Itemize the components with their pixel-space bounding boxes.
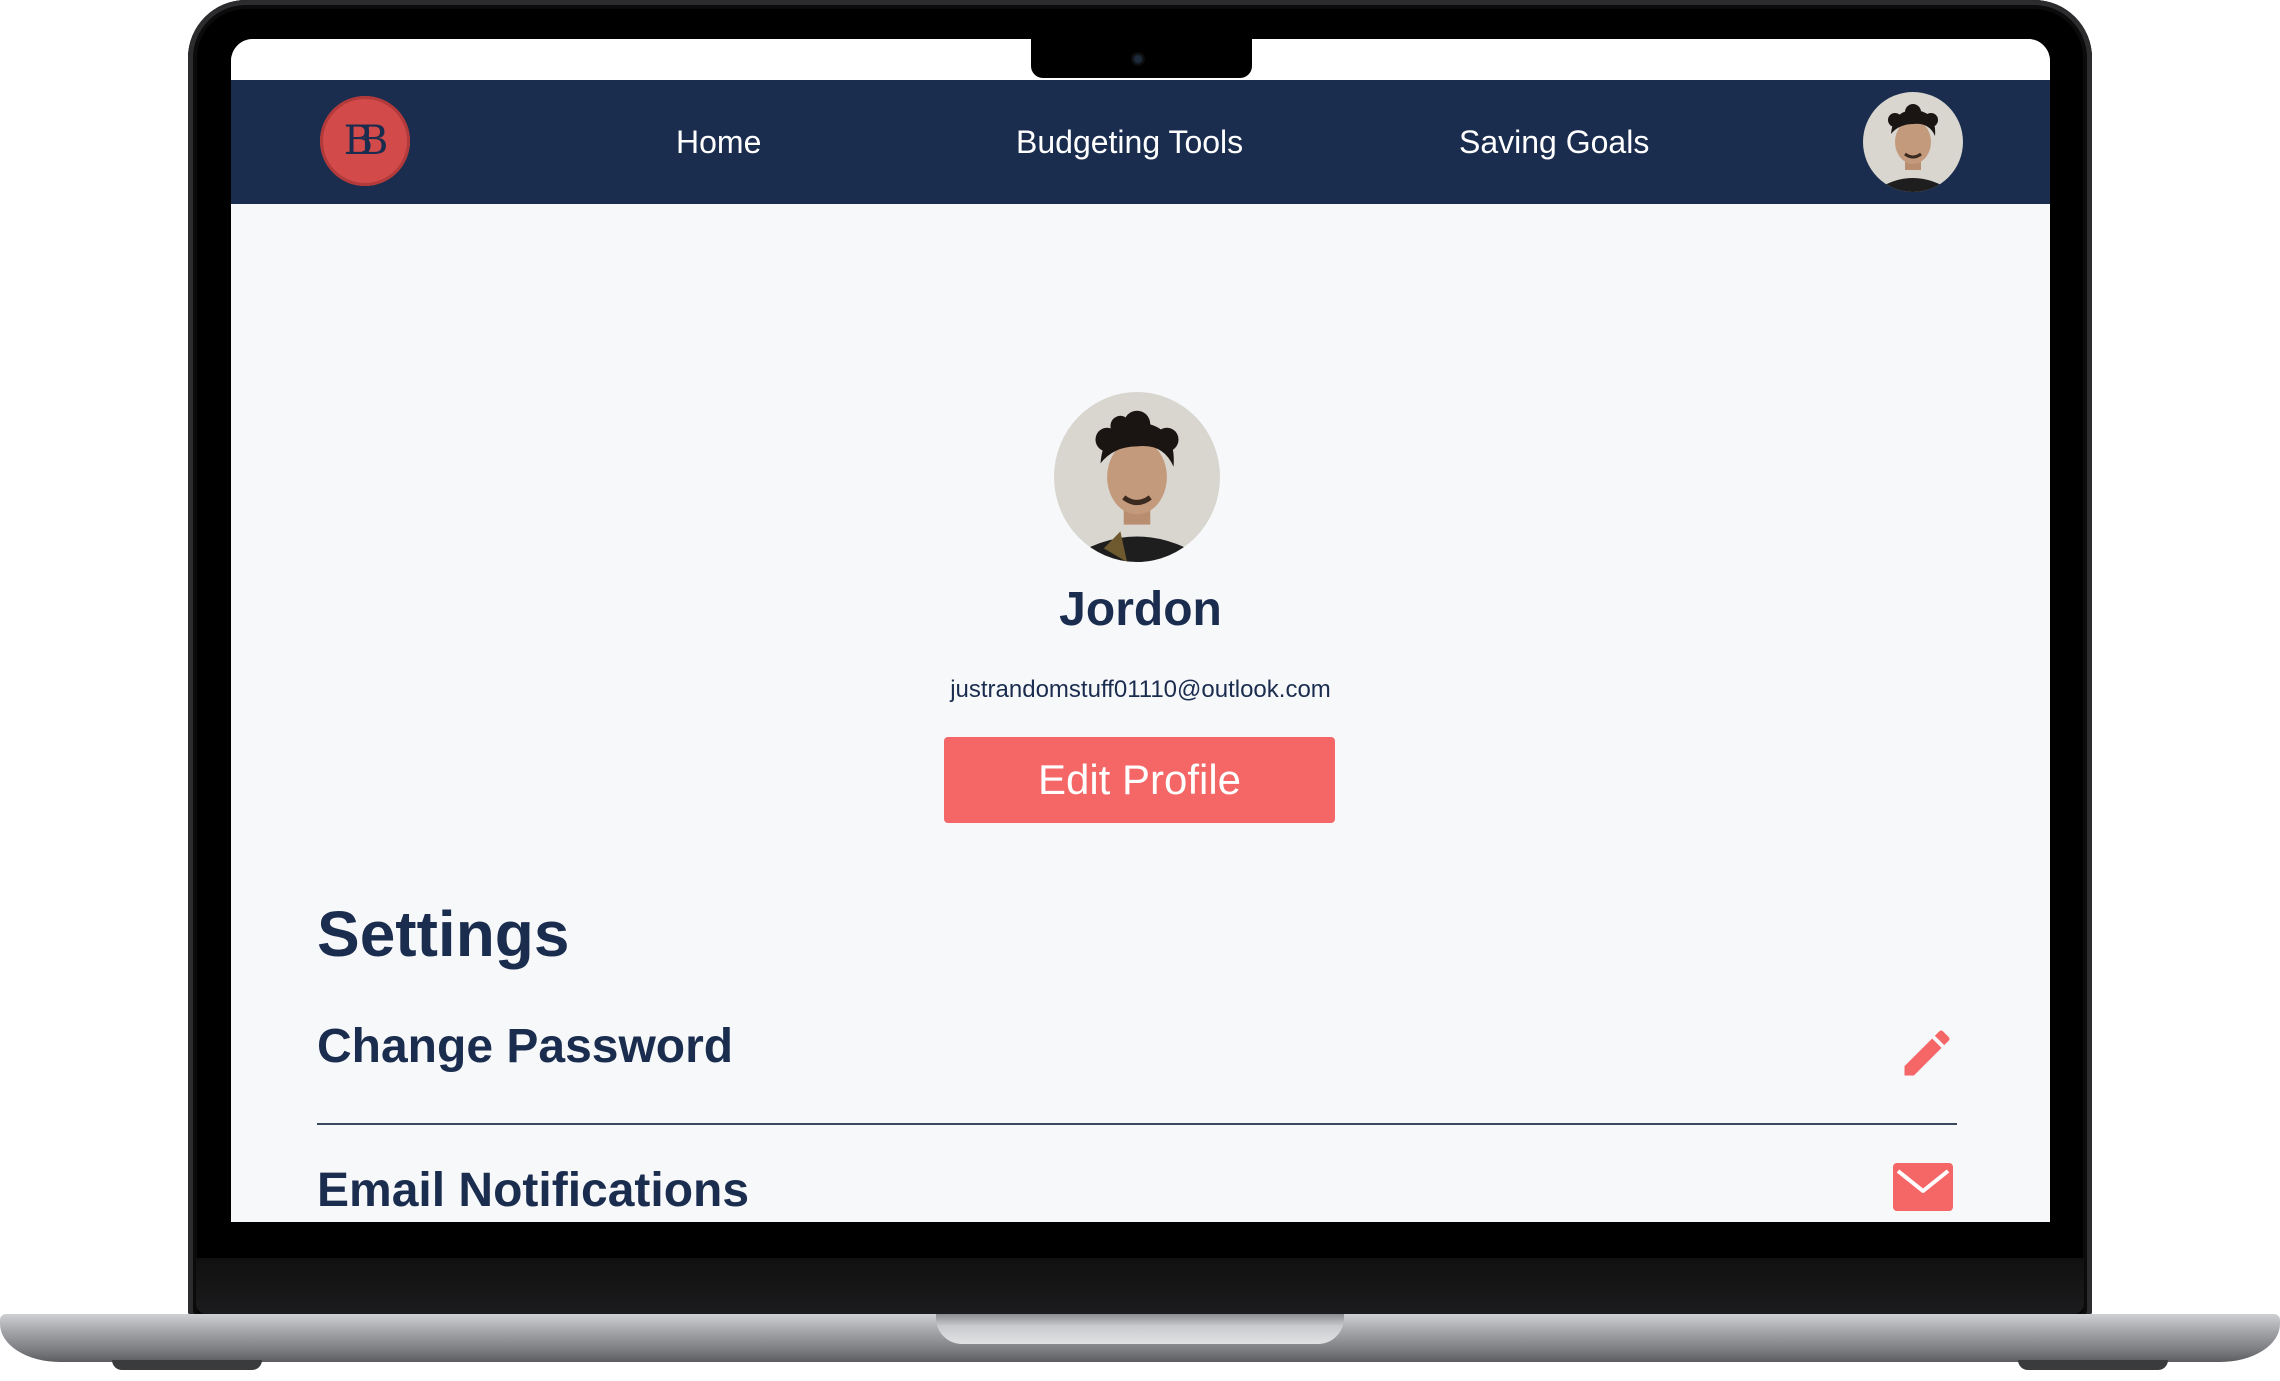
- envelope-icon[interactable]: [1893, 1163, 1953, 1211]
- brand-logo-text: BB: [343, 118, 389, 164]
- brand-logo[interactable]: BB: [320, 96, 410, 186]
- profile-name: Jordon: [1059, 583, 1222, 636]
- nav-link-home[interactable]: Home: [676, 80, 761, 204]
- laptop-foot-left: [112, 1360, 262, 1370]
- laptop-opening-notch: [936, 1314, 1344, 1344]
- laptop-foot-right: [2018, 1360, 2168, 1370]
- profile-avatar: [1054, 392, 1220, 562]
- screen: BB Home Budgeting Tools Saving Goals Jor…: [231, 39, 2050, 1222]
- profile-photo-icon: [1054, 392, 1220, 562]
- edit-profile-button[interactable]: Edit Profile: [944, 737, 1335, 823]
- pencil-icon[interactable]: [1897, 1023, 1957, 1083]
- avatar-photo-icon: [1863, 92, 1963, 192]
- setting-label: Email Notifications: [317, 1164, 750, 1217]
- setting-email-notifications[interactable]: Email Notifications: [317, 1163, 1957, 1222]
- laptop-chin: [196, 1258, 2084, 1314]
- top-navigation-bar: BB Home Budgeting Tools Saving Goals: [231, 80, 2050, 204]
- settings-heading: Settings: [317, 898, 570, 970]
- nav-link-saving-goals[interactable]: Saving Goals: [1459, 80, 1649, 204]
- setting-label: Change Password: [317, 1020, 734, 1073]
- nav-user-avatar[interactable]: [1863, 92, 1963, 192]
- profile-email: justrandomstuff01110@outlook.com: [950, 676, 1331, 703]
- camera-icon: [1131, 52, 1145, 66]
- setting-change-password[interactable]: Change Password: [317, 1019, 1957, 1125]
- nav-link-budgeting-tools[interactable]: Budgeting Tools: [1016, 80, 1243, 204]
